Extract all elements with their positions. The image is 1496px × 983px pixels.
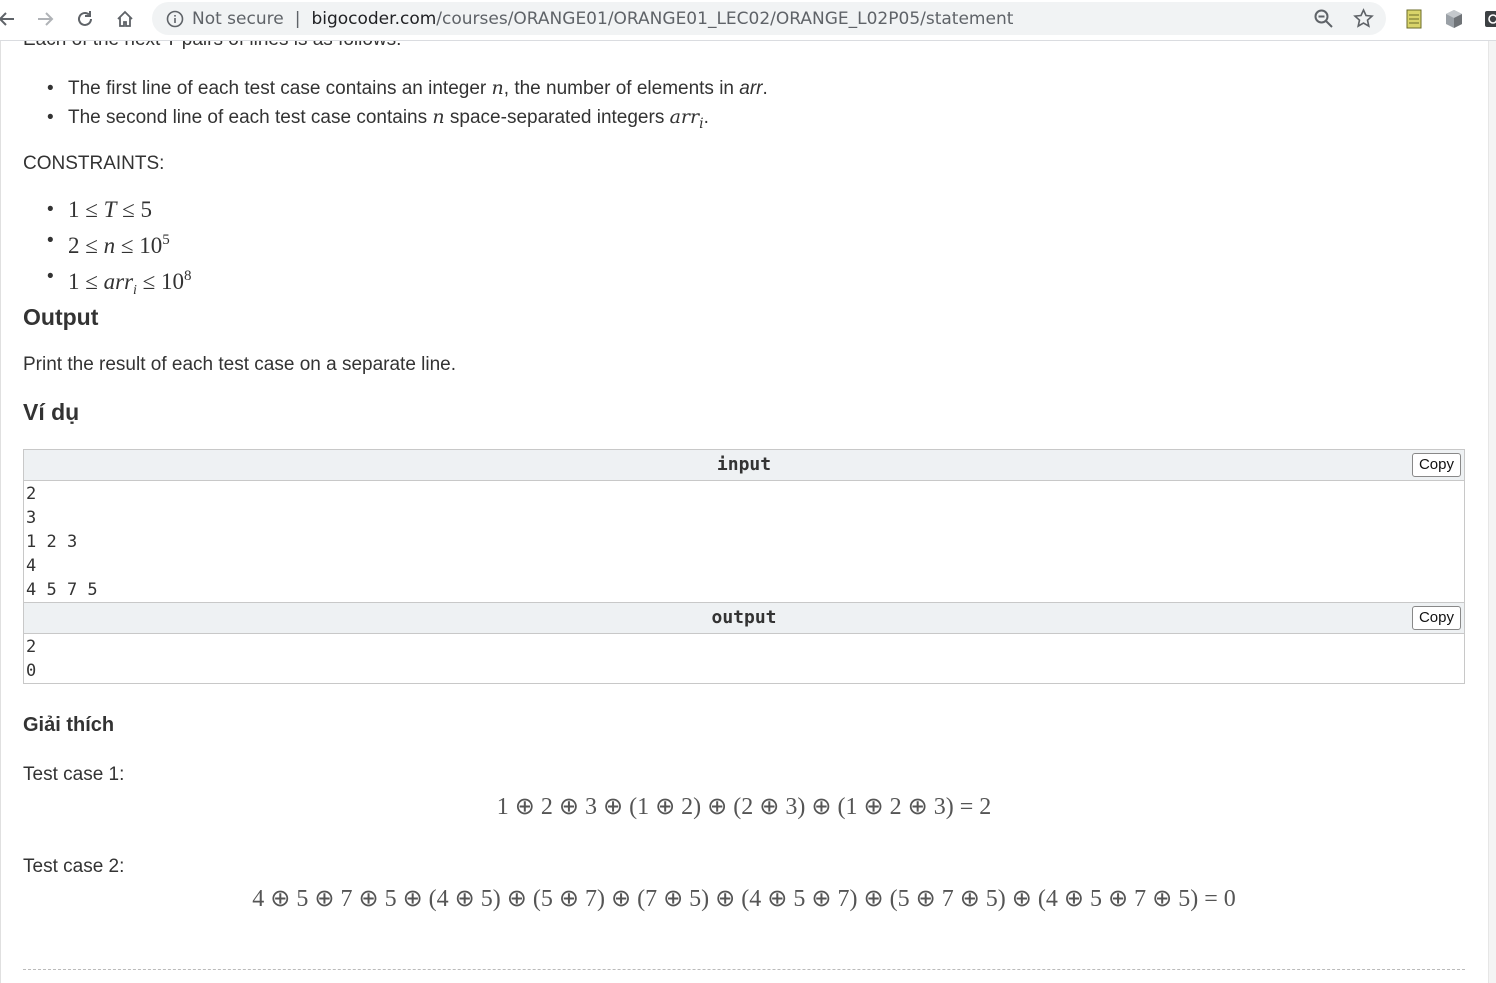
output-description: Print the result of each test case on a … [23,354,457,375]
test-case-2-label: Test case 2: [23,856,125,877]
address-bar[interactable]: Not secure | bigocoder.com/courses/ORANG… [152,2,1386,35]
list-item: 1 ≤ arri ≤ 108 [47,262,192,305]
zoom-icon[interactable] [1313,8,1334,29]
forward-icon[interactable] [34,0,56,38]
back-icon[interactable] [0,0,18,38]
info-icon[interactable] [166,10,184,28]
example-heading: Ví dụ [23,399,80,425]
constraints-label: CONSTRAINTS: [23,153,165,174]
sample-input-title-text: input [716,454,772,475]
url-domain: bigocoder.com [311,8,437,29]
list-item: The first line of each test case contain… [47,74,768,103]
list-item: 2 ≤ n ≤ 105 [47,226,192,262]
sample-output-title-text: output [711,607,777,628]
test-case-1-formula: 1 ⊕ 2 ⊕ 3 ⊕ (1 ⊕ 2) ⊕ (2 ⊕ 3) ⊕ (1 ⊕ 2 ⊕… [496,794,992,820]
copy-output-button[interactable]: Copy [1411,606,1461,630]
sample-input-title: input Copy [24,450,1464,481]
sample-input-box: input Copy 2 3 1 2 3 4 4 5 7 5 [23,449,1465,603]
url-separator: | [294,8,301,29]
star-icon[interactable] [1353,8,1374,29]
sample-output-title: output Copy [24,603,1464,634]
problem-statement-page: Each of the next T pairs of lines is as … [0,41,1490,983]
sample-output-box: output Copy 2 0 [23,603,1465,684]
list-item: The second line of each test case contai… [47,103,768,139]
explanation-heading: Giải thích [23,714,115,736]
constraints-list: 1 ≤ T ≤ 5 2 ≤ n ≤ 105 1 ≤ arri ≤ 108 [47,195,192,305]
extension-icon[interactable] [1484,0,1496,38]
reload-icon[interactable] [74,0,96,38]
notes-extension-icon[interactable] [1403,0,1425,38]
input-format-list: The first line of each test case contain… [47,74,768,139]
browser-toolbar: Not secure | bigocoder.com/courses/ORANG… [0,0,1496,41]
section-divider [23,969,1465,970]
cube-extension-icon[interactable] [1443,0,1465,38]
home-icon[interactable] [114,0,136,38]
list-item: 1 ≤ T ≤ 5 [47,195,192,226]
sample-output-content: 2 0 [26,637,37,681]
url-path: /courses/ORANGE01/ORANGE01_LEC02/ORANGE_… [436,8,1014,29]
security-label[interactable]: Not secure [192,9,284,29]
test-case-2-formula: 4 ⊕ 5 ⊕ 7 ⊕ 5 ⊕ (4 ⊕ 5) ⊕ (5 ⊕ 7) ⊕ (7 ⊕… [252,886,1236,912]
copy-input-button[interactable]: Copy [1411,453,1461,477]
sample-input-content: 2 3 1 2 3 4 4 5 7 5 [26,484,98,600]
test-case-1-label: Test case 1: [23,764,125,785]
page-scrollbar[interactable] [1488,41,1496,983]
input-description-cut-line: Each of the next T pairs of lines is as … [23,41,401,51]
output-heading: Output [23,304,99,330]
